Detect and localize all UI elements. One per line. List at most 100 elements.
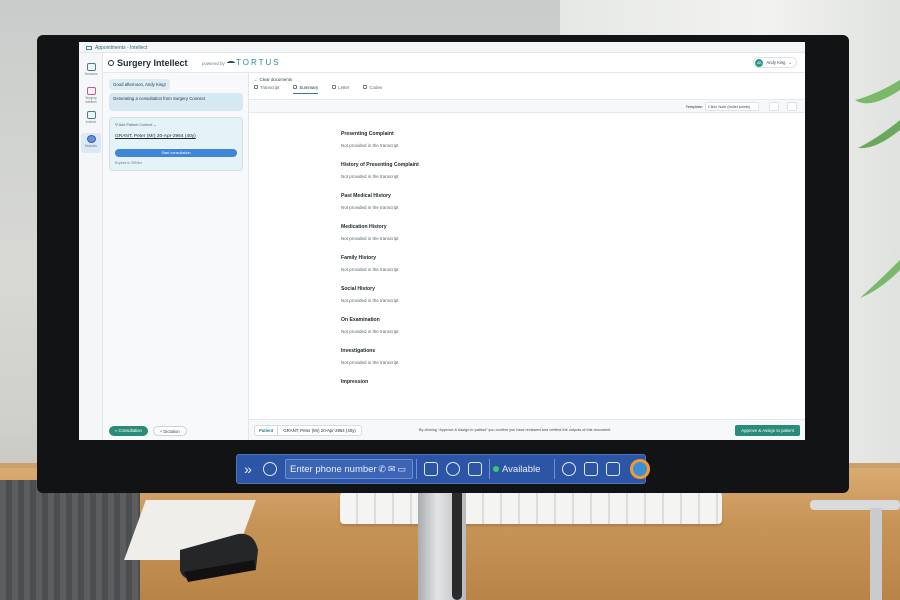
summary-section: Family History Not provided in the transc… bbox=[341, 255, 399, 272]
rail-item-modules[interactable]: Modules bbox=[81, 133, 101, 153]
download-icon[interactable] bbox=[787, 102, 797, 111]
page-title: Surgery Intellect bbox=[108, 58, 188, 68]
add-patient-context[interactable]: ⚲ Add Patient Context ⌄ bbox=[115, 122, 157, 127]
calendar-icon bbox=[86, 46, 92, 50]
document-tabs: Transcript Summary Letter Codes bbox=[254, 85, 382, 94]
section-title: On Examination bbox=[341, 317, 380, 323]
app-header: Surgery Intellect powered by TORTUS AK A… bbox=[103, 53, 805, 73]
app-logo-icon[interactable] bbox=[630, 459, 650, 479]
codes-icon bbox=[363, 85, 368, 89]
phone-number-input[interactable]: Enter phone number ✆✉▭ bbox=[285, 459, 413, 479]
tortus-mark-icon bbox=[227, 61, 235, 65]
section-body: Not provided in the transcript bbox=[341, 236, 399, 241]
section-body: Not provided in the transcript bbox=[341, 298, 399, 303]
expand-button[interactable]: » bbox=[237, 461, 259, 477]
stapler bbox=[180, 533, 258, 582]
generating-message: Generating a consultation from Surgery C… bbox=[109, 93, 243, 111]
user-icon[interactable] bbox=[562, 462, 576, 476]
summary-section: Social History Not provided in the transc… bbox=[341, 286, 399, 303]
desk-lamp bbox=[810, 500, 900, 600]
section-title: Impression bbox=[341, 379, 369, 385]
start-consultation-button[interactable]: Start consultation bbox=[115, 149, 237, 157]
summary-icon bbox=[293, 85, 298, 89]
user-menu[interactable]: AK Andy King ⌄ bbox=[753, 57, 797, 68]
tab-codes[interactable]: Codes bbox=[363, 85, 382, 94]
rail-item-surgery-intellect[interactable]: Surgery Intellect bbox=[81, 85, 101, 105]
expires-label: Expires in 309.8m bbox=[115, 161, 143, 165]
summary-section: Past Medical History Not provided in the … bbox=[341, 193, 399, 210]
divider bbox=[489, 459, 490, 479]
divider bbox=[554, 459, 555, 479]
clock-icon bbox=[108, 60, 114, 66]
archive-icon bbox=[86, 111, 96, 119]
grid-icon[interactable] bbox=[606, 462, 620, 476]
document-toolbar: Template: Clinic Note (bullet points) bbox=[249, 99, 805, 113]
sessions-icon bbox=[86, 63, 96, 71]
section-body: Not provided in the transcript bbox=[341, 143, 399, 148]
mode-switch: ⌕ Consultation + Dictation bbox=[109, 426, 187, 436]
letter-icon bbox=[332, 85, 337, 89]
section-title: Investigations bbox=[341, 348, 376, 354]
phone-toolbar: » Enter phone number ✆✉▭ Available bbox=[236, 454, 650, 484]
section-body: Not provided in the transcript bbox=[341, 329, 399, 334]
status-dot-icon bbox=[493, 465, 499, 472]
keyboard bbox=[340, 492, 722, 524]
summary-section: Presenting Complaint Not provided in the … bbox=[341, 131, 399, 148]
speaker bbox=[0, 480, 140, 600]
summary-section: Investigations Not provided in the transc… bbox=[341, 348, 399, 365]
patient-tag: Patient bbox=[255, 426, 279, 435]
section-title: Past Medical History bbox=[341, 193, 391, 199]
section-body: Not provided in the transcript bbox=[341, 267, 399, 272]
template-select[interactable]: Clinic Note (bullet points) bbox=[705, 102, 759, 111]
app-screen: Appointments - Intellect Sessions Surger… bbox=[79, 42, 805, 440]
chevron-down-icon: ⌄ bbox=[788, 60, 792, 65]
document-panel: ← Clear documents Transcript Summary Let… bbox=[249, 73, 805, 440]
clear-documents-button[interactable]: ← Clear documents bbox=[254, 77, 292, 82]
section-title: Social History bbox=[341, 286, 375, 292]
rail-item-archive[interactable]: Archive bbox=[81, 109, 101, 129]
approval-disclaimer: By clicking "Approve & Assign to patient… bbox=[419, 428, 612, 432]
template-label: Template: bbox=[685, 104, 703, 109]
tab-letter[interactable]: Letter bbox=[332, 85, 349, 94]
copy-icon[interactable] bbox=[769, 102, 779, 111]
section-title: Family History bbox=[341, 255, 377, 261]
intellect-icon bbox=[86, 87, 96, 95]
calendar-icon[interactable] bbox=[584, 462, 598, 476]
tab-transcript[interactable]: Transcript bbox=[254, 85, 279, 94]
rail-item-sessions[interactable]: Sessions bbox=[81, 61, 101, 81]
approve-assign-button[interactable]: Approve & Assign to patient bbox=[735, 425, 800, 436]
dictation-mode-button[interactable]: + Dictation bbox=[152, 426, 187, 436]
panel-icon[interactable] bbox=[468, 462, 482, 476]
summary-section: Impression bbox=[341, 379, 368, 385]
nav-rail: Sessions Surgery Intellect Archive Modul… bbox=[79, 53, 103, 440]
globe-icon bbox=[86, 135, 96, 143]
monitor-cable bbox=[452, 487, 462, 600]
section-title: Presenting Complaint bbox=[341, 131, 394, 137]
user-name: Andy King bbox=[766, 60, 786, 65]
summary-section: On Examination Not provided in the transc… bbox=[341, 317, 399, 334]
powered-by-label: powered by bbox=[202, 61, 225, 66]
footer-patient-name: GRANT, Peter (Mr) 20-Apr-2964 (40y) bbox=[283, 428, 356, 433]
summary-section: Medication History Not provided in the tr… bbox=[341, 224, 399, 241]
brand-logo: TORTUS bbox=[227, 58, 281, 67]
transcript-icon bbox=[254, 85, 258, 89]
section-body: Not provided in the transcript bbox=[341, 205, 399, 210]
contact-card-icon[interactable] bbox=[424, 462, 438, 476]
tab-summary[interactable]: Summary bbox=[293, 85, 319, 94]
history-icon[interactable] bbox=[446, 462, 460, 476]
patient-link[interactable]: GRANT, Peter (Mr) 20-Apr-2964 (40y) bbox=[115, 134, 196, 139]
section-body: Not provided in the transcript bbox=[341, 360, 399, 365]
plant-leaves bbox=[855, 80, 900, 298]
section-title: History of Presenting Complaint bbox=[341, 162, 419, 168]
breadcrumb[interactable]: Appointments - Intellect bbox=[79, 42, 805, 53]
headset-icon[interactable] bbox=[263, 462, 277, 476]
patient-context-card: ⚲ Add Patient Context ⌄ GRANT, Peter (Mr… bbox=[109, 117, 243, 171]
section-title: Medication History bbox=[341, 224, 387, 230]
consultation-mode-button[interactable]: ⌕ Consultation bbox=[109, 426, 148, 436]
availability-status[interactable]: Available bbox=[493, 464, 551, 475]
call-icons: ✆✉▭ bbox=[378, 464, 408, 474]
greeting-message: Good afternoon, Andy King! bbox=[109, 79, 170, 90]
chat-panel: Good afternoon, Andy King! Generating a … bbox=[103, 73, 249, 440]
avatar: AK bbox=[755, 58, 764, 67]
section-body: Not provided in the transcript bbox=[341, 174, 399, 179]
